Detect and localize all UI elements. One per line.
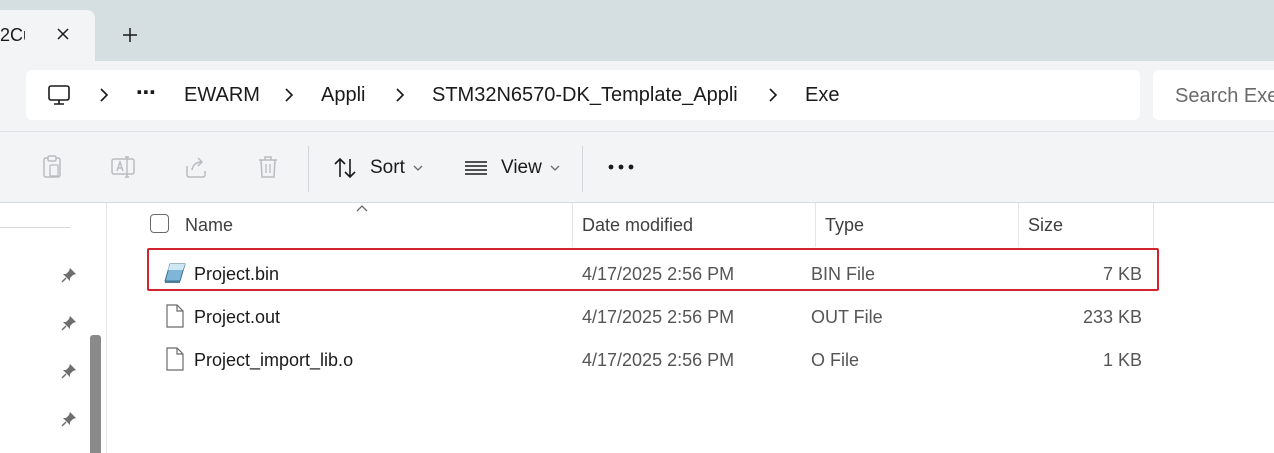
close-icon[interactable] [52, 23, 74, 45]
tab-strip: 2Cub [0, 0, 1274, 61]
file-date: 4/17/2025 2:56 PM [582, 307, 735, 327]
select-all-checkbox[interactable] [150, 214, 169, 233]
file-name: Project.bin [194, 264, 280, 284]
column-header-row: Name Date modified Type Size [107, 203, 1274, 247]
file-row[interactable]: Project.bin 4/17/2025 2:56 PM BIN File 7… [147, 253, 1157, 293]
chevron-right-icon[interactable] [97, 86, 111, 104]
tab-title: 2Cub [0, 25, 25, 45]
file-size: 233 KB [1082, 307, 1142, 327]
file-size: 1 KB [1102, 350, 1142, 370]
share-icon[interactable] [183, 154, 209, 180]
column-header-name[interactable]: Name [185, 215, 233, 236]
column-divider[interactable] [815, 203, 816, 247]
column-divider[interactable] [572, 203, 573, 247]
file-type: O File [811, 350, 860, 370]
column-divider[interactable] [1018, 203, 1019, 247]
file-icon [166, 347, 184, 371]
file-icon [166, 304, 184, 328]
paste-icon[interactable] [39, 154, 65, 180]
pin-icon[interactable] [61, 315, 77, 331]
bin-file-icon [164, 263, 186, 283]
pin-icon[interactable] [61, 267, 77, 283]
breadcrumb-item-template[interactable]: STM32N6570-DK_Template_Appli [432, 84, 738, 107]
view-label: View [501, 157, 542, 178]
monitor-icon[interactable] [46, 82, 72, 113]
address-bar[interactable]: ⋯ EWARM Appli STM32N6570-DK_Template_App… [26, 70, 1140, 120]
chevron-right-icon[interactable] [766, 86, 780, 104]
sort-label: Sort [370, 157, 405, 178]
file-type: BIN File [811, 264, 876, 284]
file-name: Project_import_lib.o [194, 350, 354, 370]
more-icon[interactable] [606, 154, 636, 180]
breadcrumb-overflow[interactable]: ⋯ [136, 80, 156, 105]
navigation-pane [0, 203, 107, 453]
view-button[interactable]: View [463, 150, 560, 186]
file-row[interactable]: Project_import_lib.o 4/17/2025 2:56 PM O… [147, 339, 1157, 379]
nav-scrollbar[interactable] [90, 335, 101, 453]
column-divider[interactable] [1153, 203, 1154, 247]
file-row[interactable]: Project.out 4/17/2025 2:56 PM OUT File 2… [147, 296, 1157, 336]
delete-icon[interactable] [255, 154, 281, 180]
column-header-size[interactable]: Size [1028, 215, 1063, 236]
breadcrumb-item-appli[interactable]: Appli [321, 84, 365, 107]
plus-icon[interactable] [116, 21, 144, 49]
chevron-down-icon [413, 165, 423, 171]
column-header-type[interactable]: Type [825, 215, 864, 236]
file-date: 4/17/2025 2:56 PM [582, 350, 735, 370]
file-type: OUT File [811, 307, 883, 327]
file-date: 4/17/2025 2:56 PM [582, 264, 735, 284]
nav-divider [0, 227, 70, 228]
file-name: Project.out [194, 307, 281, 327]
tab-active[interactable]: 2Cub [0, 10, 95, 61]
chevron-down-icon [550, 165, 560, 171]
command-bar: Sort View [0, 131, 1274, 203]
breadcrumb-item-ewarm[interactable]: EWARM [184, 84, 260, 107]
sort-ascending-icon [356, 205, 368, 212]
chevron-right-icon[interactable] [393, 86, 407, 104]
sort-button[interactable]: Sort [332, 150, 423, 186]
column-header-date[interactable]: Date modified [582, 215, 693, 236]
file-list: Name Date modified Type Size Project.bin… [107, 203, 1274, 453]
search-input[interactable]: Search Exe [1153, 70, 1274, 120]
sort-icon [334, 157, 356, 179]
file-size: 7 KB [1102, 264, 1142, 284]
separator [308, 146, 309, 192]
rename-icon[interactable] [110, 154, 136, 180]
view-icon [465, 161, 487, 175]
pin-icon[interactable] [61, 411, 77, 427]
breadcrumb-item-exe[interactable]: Exe [805, 84, 839, 107]
separator [582, 146, 583, 192]
search-placeholder: Search Exe [1175, 85, 1274, 107]
pin-icon[interactable] [61, 363, 77, 379]
address-row: ⋯ EWARM Appli STM32N6570-DK_Template_App… [0, 61, 1274, 131]
chevron-right-icon[interactable] [282, 86, 296, 104]
